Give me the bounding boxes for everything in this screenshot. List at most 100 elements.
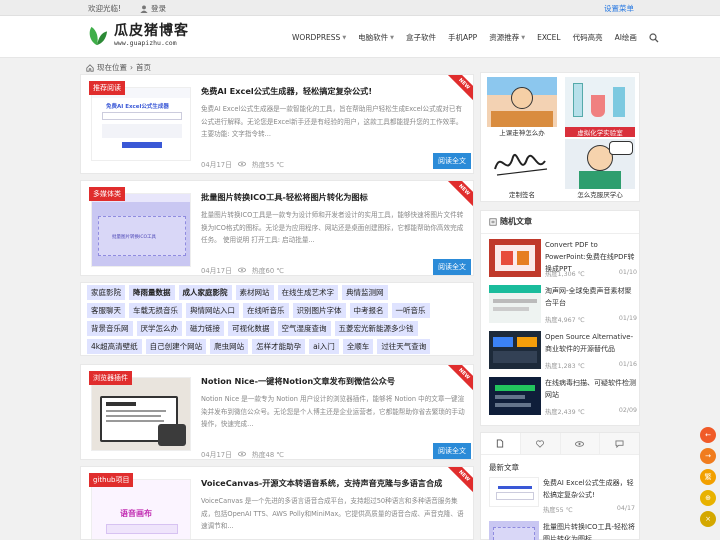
post-title[interactable]: 淘声网-全球免费声音素材聚合平台	[545, 285, 637, 309]
tag-link[interactable]: 舆情网站入口	[186, 302, 239, 318]
post-thumbnail[interactable]	[489, 331, 541, 369]
top-bar: 欢迎光临! 登录 设置菜单	[0, 0, 720, 16]
post-thumbnail[interactable]: 语音画布	[91, 479, 191, 539]
leaf-logo-icon	[89, 26, 108, 45]
tag-link[interactable]: 爬虫网站	[210, 338, 249, 354]
tag-link[interactable]: 磁力链接	[186, 320, 224, 336]
post-title[interactable]: 免费AI Excel公式生成器，轻松搞定复杂公式!	[201, 85, 372, 97]
read-more-button[interactable]: 阅读全文	[433, 259, 471, 275]
post-thumbnail[interactable]	[489, 521, 539, 540]
post-title[interactable]: 批量图片转换ICO工具-轻松将图片转化为图标	[201, 191, 368, 203]
post-title[interactable]: 批量图片转换ICO工具-轻松将图片转化为图标	[543, 521, 635, 540]
back-icon[interactable]: ←	[700, 427, 716, 443]
login-link[interactable]: 登录	[140, 3, 166, 14]
tag-link[interactable]: 可视化数据	[228, 320, 274, 336]
tag-link[interactable]: 客服聊天	[87, 302, 125, 318]
forward-icon[interactable]: →	[700, 448, 716, 464]
list-item[interactable]: 淘声网-全球免费声音素材聚合平台 热度4,967 ℃ 01/19	[489, 285, 637, 325]
post-title[interactable]: 在线病毒扫描、可疑软件检测网站	[545, 377, 637, 401]
post-title[interactable]: Open Source Alternative-商业软件的开源替代品	[545, 331, 637, 355]
breadcrumb-home-link[interactable]: 首页	[136, 62, 151, 73]
tag-link[interactable]: 在线听音乐	[243, 302, 289, 318]
post-thumbnail[interactable]	[489, 239, 541, 277]
sidebar-image[interactable]	[565, 77, 635, 127]
nav-item-mobile-app[interactable]: 手机APP	[448, 32, 477, 43]
list-item[interactable]: 在线病毒扫描、可疑软件检测网站 热度2,439 ℃ 02/09	[489, 377, 637, 417]
nav-item-wordpress[interactable]: WORDPRESS ▼	[292, 33, 346, 42]
sidebar-image-caption[interactable]: 怎么克服厌学心	[565, 189, 635, 199]
sidebar-image-caption[interactable]: 定制签名	[487, 189, 557, 199]
site-logo[interactable]: 瓜皮猪博客 www.guapizhu.com	[86, 24, 189, 47]
tag-link[interactable]: 怎样才能助孕	[252, 338, 306, 354]
nav-item-resources[interactable]: 资源推荐 ▼	[489, 32, 525, 43]
tag-link[interactable]: 空气湿度查询	[277, 320, 331, 336]
tab-comments[interactable]	[600, 433, 639, 454]
tag-link[interactable]: 家庭影院	[87, 284, 125, 300]
tag-link[interactable]: 厌学怎么办	[136, 320, 182, 336]
list-item[interactable]: Convert PDF to PowerPoint:免费在线PDF转换成PPT …	[489, 239, 637, 279]
post-title[interactable]: VoiceCanvas-开源文本转语音系统，支持声音克隆与多语言合成	[201, 477, 442, 489]
new-ribbon: NEW	[444, 467, 473, 496]
search-icon[interactable]	[649, 32, 659, 43]
nav-item-ai-drawing[interactable]: AI绘画	[615, 32, 637, 43]
new-ribbon: NEW	[444, 181, 473, 210]
post-category-tag[interactable]: 多媒体类	[89, 187, 125, 201]
tag-link[interactable]: 降雨量数据	[129, 284, 175, 300]
tag-link[interactable]: 自己创建个网站	[145, 338, 207, 354]
new-ribbon: NEW	[444, 75, 473, 104]
post-thumbnail[interactable]	[91, 377, 191, 451]
close-icon[interactable]: ×	[700, 511, 716, 527]
tag-link[interactable]: 背景音乐网	[87, 320, 133, 336]
home-icon	[86, 63, 94, 72]
tag-link[interactable]: 典情监测网	[342, 284, 388, 300]
post-meta: 04月17日 热度60 ℃	[201, 265, 284, 275]
list-item[interactable]: Open Source Alternative-商业软件的开源替代品 热度1,2…	[489, 331, 637, 371]
sidebar-image-caption[interactable]: 上课走神怎么办	[487, 127, 557, 137]
tag-link[interactable]: 素材网站	[235, 284, 274, 300]
tag-link[interactable]: 成人家庭影院	[178, 284, 232, 300]
post-thumbnail[interactable]	[489, 377, 541, 415]
tag-link[interactable]: 车载无损音乐	[129, 302, 182, 318]
post-meta: 热度2,439 ℃ 02/09	[545, 407, 637, 416]
sidebar-image[interactable]	[487, 77, 557, 127]
post-views: 热度60 ℃	[251, 267, 284, 275]
floating-toolbar: ← → 繁 ⊕ ×	[700, 427, 716, 532]
tab-popular[interactable]	[520, 433, 561, 454]
read-more-button[interactable]: 阅读全文	[433, 443, 471, 459]
tag-link[interactable]: 4k超高清壁纸	[87, 338, 142, 354]
settings-menu-link[interactable]: 设置菜单	[604, 3, 634, 14]
post-thumbnail[interactable]: 批量图片转换ICO工具	[91, 193, 191, 267]
nav-item-code-highlight[interactable]: 代码高亮	[573, 32, 603, 43]
read-more-button[interactable]: 阅读全文	[433, 153, 471, 169]
welcome-text: 欢迎光临!	[88, 4, 122, 13]
tag-link[interactable]: 在线生成艺术字	[277, 284, 338, 300]
tag-link[interactable]: 过往天气查询	[377, 338, 431, 354]
sidebar-image-caption[interactable]: 虚拟化学实验室	[565, 127, 635, 137]
nav-item-box-software[interactable]: 盒子软件	[406, 32, 436, 43]
post-thumbnail[interactable]: 免费AI Excel公式生成器	[91, 87, 191, 161]
tab-hot[interactable]	[560, 433, 601, 454]
post-category-tag[interactable]: 浏览器插件	[89, 371, 132, 385]
tag-link[interactable]: 一听音乐	[391, 302, 430, 318]
post-category-tag[interactable]: 推荐阅读	[89, 81, 125, 95]
tag-link[interactable]: 中考报名	[349, 302, 388, 318]
post-category-tag[interactable]: github项目	[89, 473, 134, 487]
traditional-chinese-toggle[interactable]: 繁	[700, 469, 716, 485]
tag-link[interactable]: ai入门	[309, 338, 339, 354]
post-thumbnail[interactable]	[489, 285, 541, 323]
comment-icon	[615, 439, 624, 448]
tag-link[interactable]: 识别图片字体	[292, 302, 346, 318]
sidebar-image[interactable]	[565, 139, 635, 189]
nav-item-pc-software[interactable]: 电脑软件 ▼	[358, 32, 394, 43]
tag-link[interactable]: 全顺车	[342, 338, 374, 354]
nav-item-excel[interactable]: EXCEL	[537, 33, 561, 42]
tag-link[interactable]: 五菱宏光新能源多少钱	[334, 320, 418, 336]
post-thumbnail[interactable]	[489, 477, 539, 507]
post-title[interactable]: Notion Nice-一键将Notion文章发布到微信公众号	[201, 375, 395, 387]
post-title[interactable]: 免费AI Excel公式生成器，轻松搞定复杂公式!	[543, 477, 635, 501]
qr-icon[interactable]: ⊕	[700, 490, 716, 506]
breadcrumb-separator: ›	[130, 63, 133, 72]
sidebar-image[interactable]	[487, 139, 557, 189]
tab-latest[interactable]	[481, 433, 521, 454]
chevron-down-icon: ▼	[390, 34, 395, 41]
